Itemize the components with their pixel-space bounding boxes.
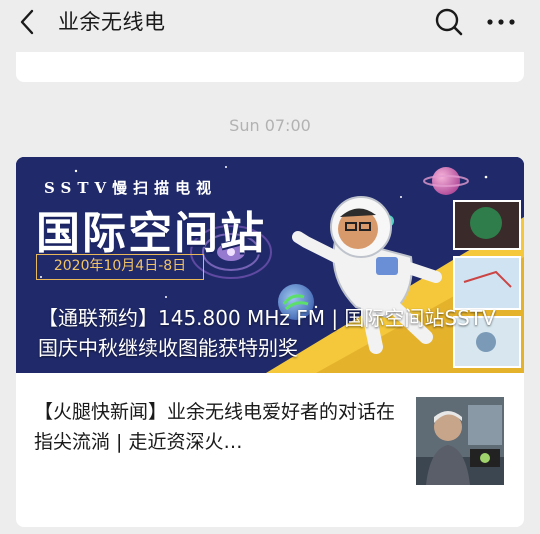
article-cover[interactable]: SSTV慢扫描电视 国际空间站 2020年10月4日-8日 【通联预约】145.… [16,157,524,373]
cover-date-range: 2020年10月4日-8日 [36,254,204,280]
page-title: 业余无线电 [58,10,166,34]
search-icon [435,8,463,36]
message-timestamp: Sun 07:00 [229,116,311,135]
sub-article-item[interactable]: 【火腿快新闻】业余无线电爱好者的对话在指尖流淌 | 走近资深火… [16,373,524,493]
more-button[interactable] [484,8,518,36]
more-icon [487,19,515,25]
cover-tagline: SSTV慢扫描电视 [44,179,218,197]
thumbnail-image [416,397,504,485]
sub-article-thumbnail[interactable] [416,397,504,485]
article-headline[interactable]: 【通联预约】145.800 MHz FM | 国际空间站SSTV 国庆中秋继续收… [38,303,508,363]
chevron-left-icon [20,9,34,35]
article-card: SSTV慢扫描电视 国际空间站 2020年10月4日-8日 【通联预约】145.… [16,157,524,527]
previous-message-card[interactable] [16,52,524,82]
back-button[interactable] [14,8,42,36]
search-button[interactable] [434,7,464,37]
top-bar: 业余无线电 [0,0,540,46]
sub-article-title[interactable]: 【火腿快新闻】业余无线电爱好者的对话在指尖流淌 | 走近资深火… [34,397,404,457]
cover-main-title: 国际空间站 [36,208,266,259]
